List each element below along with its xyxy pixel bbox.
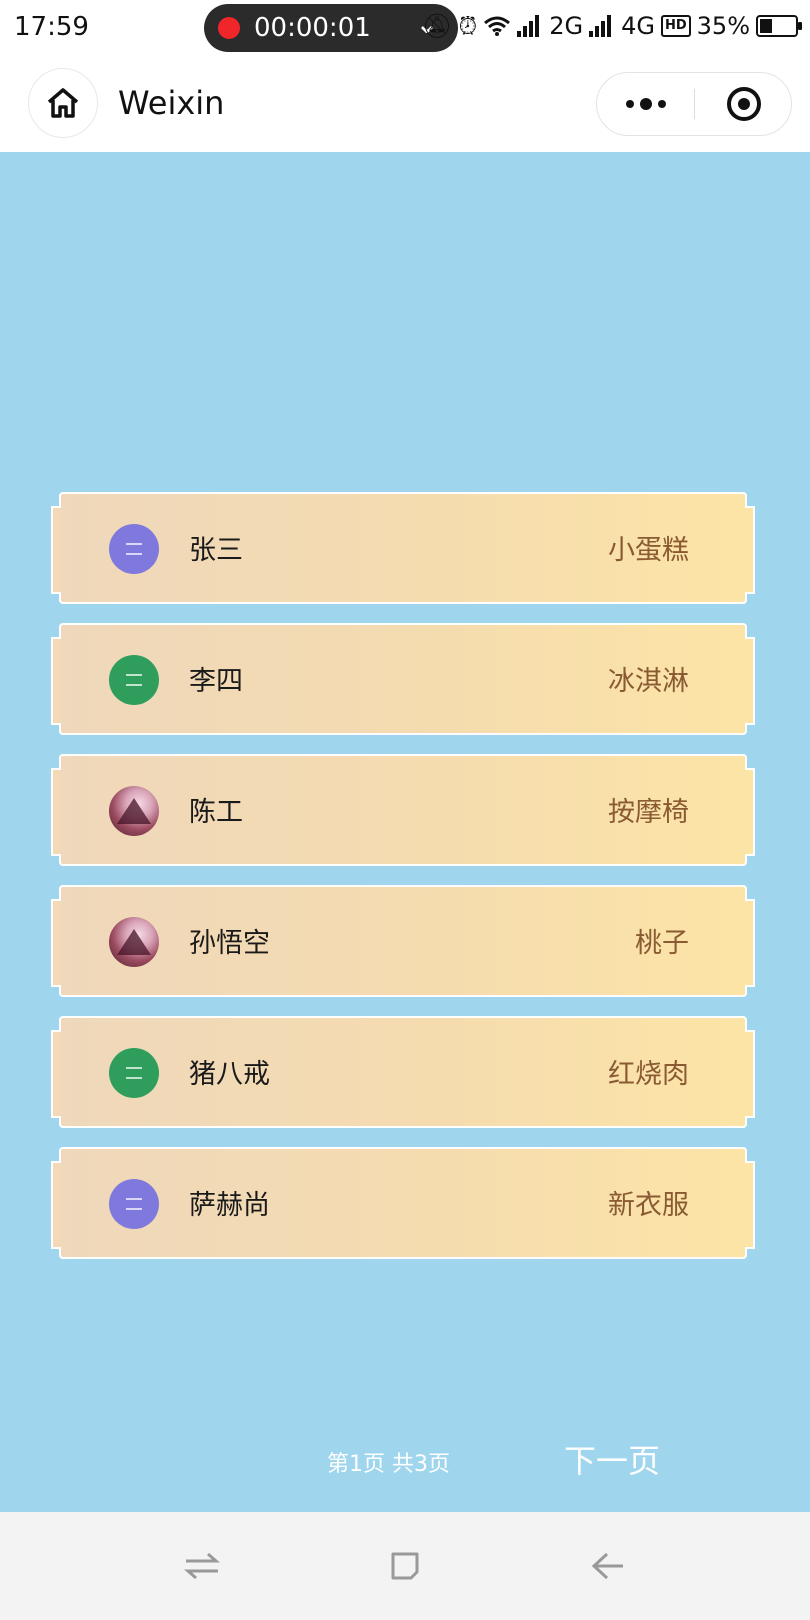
gift-item: 桃子: [635, 928, 689, 959]
close-miniprogram-button[interactable]: [695, 73, 792, 135]
network-4g: 4G: [621, 12, 655, 40]
main-content: 张三 小蛋糕李四 冰淇淋陈工 按摩椅孙悟空 桃子猪八戒 红烧肉萨赫尚 新衣服 第1页 共3页…: [0, 152, 810, 1512]
network-2g: 2G: [549, 12, 584, 40]
wifi-icon: [484, 16, 511, 36]
home-nav-button[interactable]: [383, 1544, 427, 1588]
record-dot-icon: [218, 17, 240, 39]
signal-icon-2: [589, 15, 615, 37]
system-nav-bar: [0, 1512, 810, 1620]
nav-bar: Weixin: [0, 56, 810, 152]
back-nav-button[interactable]: [586, 1544, 630, 1588]
list-item[interactable]: 萨赫尚 新衣服: [51, 1147, 755, 1259]
menu-capsule: [596, 72, 792, 136]
battery-fill: [760, 19, 772, 33]
list-item[interactable]: 孙悟空 桃子: [51, 885, 755, 997]
gift-item: 冰淇淋: [608, 666, 689, 697]
list-item[interactable]: 李四 冰淇淋: [51, 623, 755, 735]
page-indicator: 第1页 共3页: [327, 1452, 450, 1477]
more-dots-icon-right: [657, 100, 666, 108]
home-icon: [47, 88, 79, 118]
battery-icon: [756, 15, 802, 37]
status-bar: 17:59 00:00:01 ⌄ 🔕︎ ⏰︎ 2G 4G HD 35%: [0, 0, 810, 56]
person-name: 李四: [189, 666, 243, 697]
gift-item: 按摩椅: [608, 797, 689, 828]
switch-icon: [184, 1552, 220, 1580]
person-name: 张三: [189, 535, 243, 566]
status-indicators: 🔕︎ ⏰︎ 2G 4G HD 35%: [422, 12, 802, 40]
more-dots-icon: [625, 100, 634, 108]
person-name: 萨赫尚: [189, 1190, 270, 1221]
gift-item: 小蛋糕: [608, 535, 689, 566]
avatar: [109, 655, 159, 705]
page-title: Weixin: [118, 84, 225, 122]
switch-apps-button[interactable]: [180, 1544, 224, 1588]
avatar: [109, 524, 159, 574]
recording-time: 00:00:01: [254, 13, 371, 43]
mute-icon: 🔕︎: [422, 12, 453, 40]
next-page-button[interactable]: 下一页: [564, 1436, 660, 1482]
person-name: 孙悟空: [189, 928, 270, 959]
gift-item: 新衣服: [608, 1190, 689, 1221]
list-item[interactable]: 陈工 按摩椅: [51, 754, 755, 866]
status-time: 17:59: [14, 12, 89, 42]
hd-badge: HD: [660, 15, 691, 37]
gift-item: 红烧肉: [608, 1059, 689, 1090]
avatar: [109, 1048, 159, 1098]
list-item[interactable]: 张三 小蛋糕: [51, 492, 755, 604]
back-arrow-icon: [591, 1552, 623, 1580]
person-name: 猪八戒: [189, 1059, 270, 1090]
avatar: [109, 786, 159, 836]
more-dots-icon-center: [639, 98, 652, 110]
signal-icon: [517, 15, 543, 37]
person-name: 陈工: [189, 797, 243, 828]
more-button[interactable]: [597, 73, 694, 135]
screen-recording-pill[interactable]: 00:00:01 ⌄: [204, 4, 458, 52]
alarm-icon: ⏰︎: [458, 12, 478, 40]
list-item[interactable]: 猪八戒 红烧肉: [51, 1016, 755, 1128]
target-ring-icon: [726, 87, 761, 121]
battery-percent: 35%: [696, 12, 750, 40]
square-icon: [391, 1552, 419, 1580]
home-button[interactable]: [28, 68, 98, 138]
avatar: [109, 917, 159, 967]
avatar: [109, 1179, 159, 1229]
